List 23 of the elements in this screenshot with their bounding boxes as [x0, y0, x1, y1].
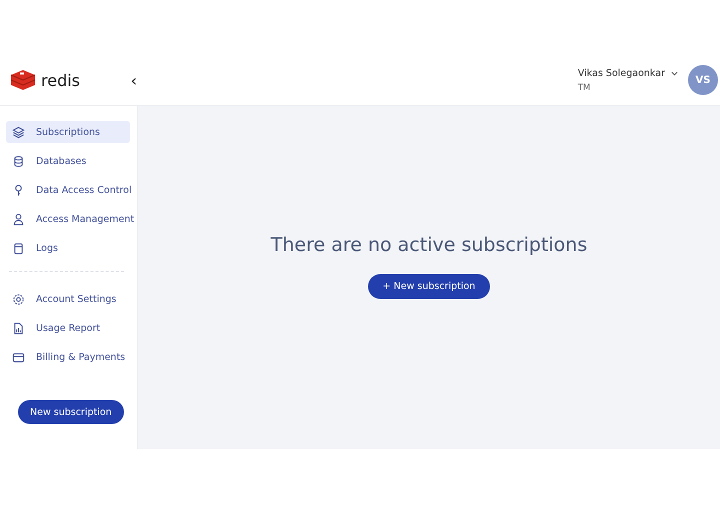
database-icon: [12, 154, 25, 168]
new-subscription-button[interactable]: + New subscription: [368, 274, 490, 299]
key-icon: [12, 184, 25, 196]
user-name[interactable]: Vikas Solegaonkar: [578, 68, 665, 78]
layers-icon: [12, 126, 25, 138]
cylinder-icon: [12, 242, 25, 254]
card-icon: [12, 350, 25, 364]
new-subscription-button[interactable]: New subscription: [18, 400, 124, 424]
document-icon: [12, 322, 25, 334]
brand-name: redis: [41, 70, 80, 90]
user-icon: [12, 212, 25, 226]
chevron-down-icon[interactable]: [671, 70, 678, 76]
sidebar-item[interactable]: Account Settings: [6, 288, 130, 310]
sidebar-item[interactable]: Databases: [6, 150, 130, 172]
sidebar-item[interactable]: Subscriptions: [6, 121, 130, 143]
account-name: TM: [578, 82, 592, 92]
sidebar-item[interactable]: Logs: [6, 237, 130, 259]
sidebar-item[interactable]: Billing & Payments: [6, 346, 130, 368]
settings-icon: [12, 292, 25, 306]
empty-state-message: There are no active subscriptions: [270, 234, 588, 256]
sidebar-item[interactable]: Data Access Control: [6, 179, 130, 201]
logo-icon: [10, 69, 36, 91]
sidebar-item[interactable]: Usage Report: [6, 317, 130, 339]
